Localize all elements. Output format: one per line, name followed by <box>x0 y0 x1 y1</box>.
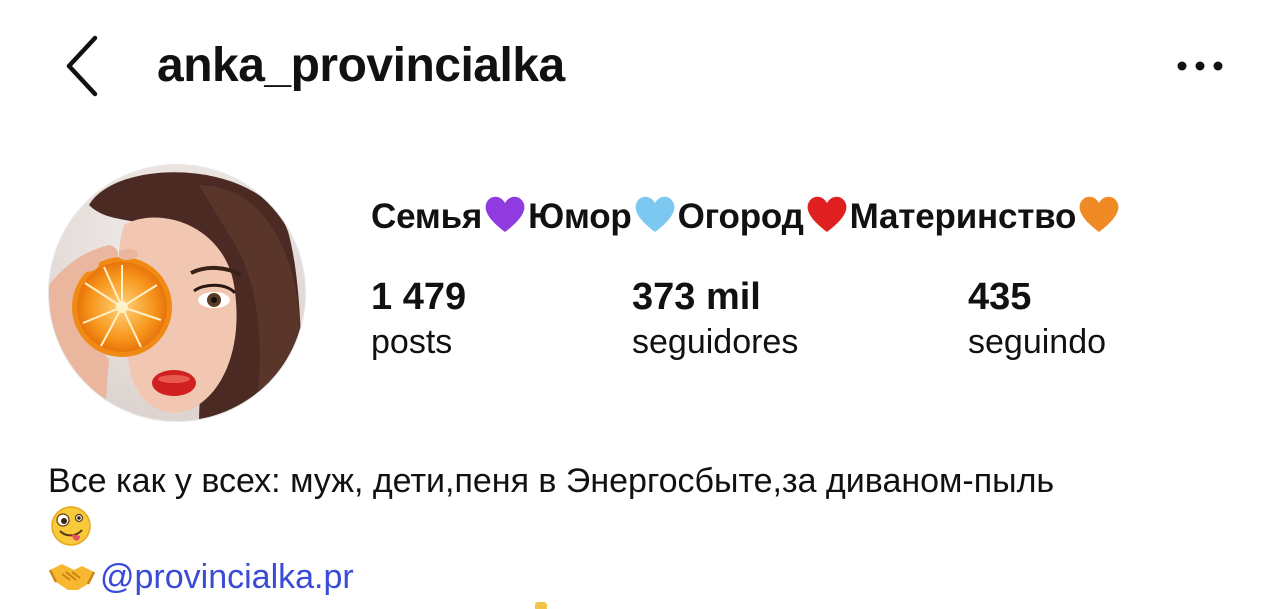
light-blue-heart-icon <box>635 196 675 232</box>
back-button[interactable] <box>56 30 108 102</box>
following-stat[interactable]: 435 seguindo <box>968 274 1106 364</box>
category-item-garden: Огород <box>677 197 804 236</box>
followers-label: seguidores <box>632 323 799 361</box>
zany-face-emoji <box>50 505 92 552</box>
followers-stat[interactable]: 373 mil seguidores <box>632 274 798 364</box>
profile-username: anka_provincialka <box>157 39 565 92</box>
profile-page: anka_provincialka Семья Юмор Огород Мате… <box>0 0 1284 609</box>
chevron-left-icon <box>66 35 98 97</box>
posts-label: posts <box>371 323 453 361</box>
following-count: 435 <box>968 276 1032 318</box>
bio-text: Все как у всех: муж, дети,пеня в Энергос… <box>48 462 1055 500</box>
posts-count: 1 479 <box>371 276 467 318</box>
partial-emoji <box>530 598 552 609</box>
category-item-family: Семья <box>371 197 483 236</box>
more-dots-icon <box>1177 61 1223 71</box>
category-item-motherhood: Материнство <box>849 197 1077 236</box>
category-item-humor: Юмор <box>528 197 632 236</box>
bio-link-row: @provincialka.pr <box>48 554 354 600</box>
followers-count: 373 mil <box>632 276 761 318</box>
avatar[interactable] <box>48 164 306 422</box>
purple-heart-icon <box>485 196 525 232</box>
bio-mention-link[interactable]: @provincialka.pr <box>100 558 354 597</box>
profile-category: Семья Юмор Огород Материнство <box>371 194 1122 240</box>
handshake-emoji <box>48 564 96 590</box>
following-label: seguindo <box>968 323 1107 361</box>
red-heart-icon <box>807 196 847 232</box>
orange-heart-icon <box>1079 196 1119 232</box>
posts-stat[interactable]: 1 479 posts <box>371 274 466 364</box>
more-options-button[interactable] <box>1170 46 1230 86</box>
